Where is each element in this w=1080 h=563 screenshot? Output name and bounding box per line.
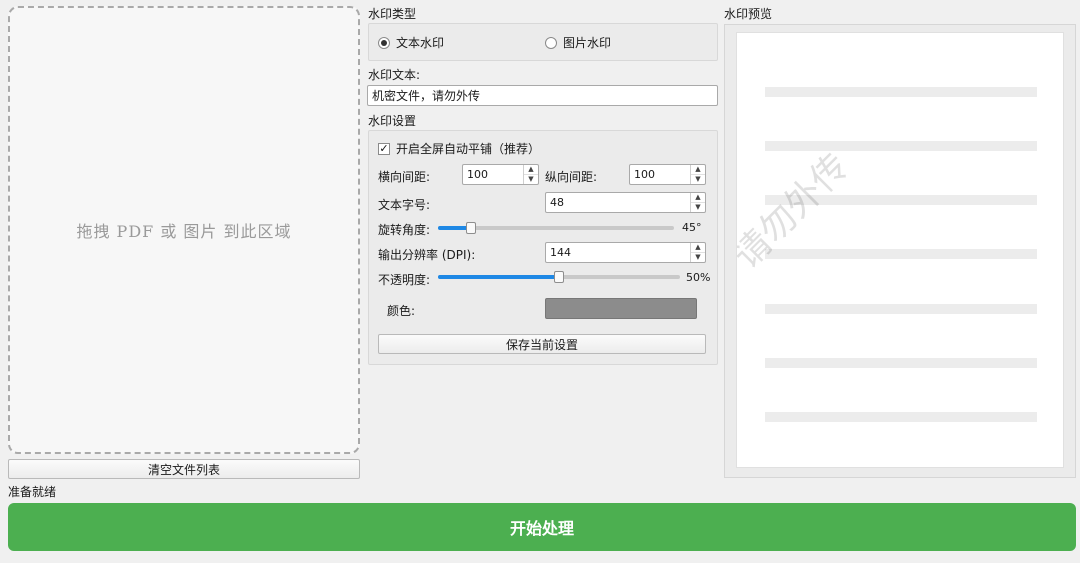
opacity-slider-fill bbox=[438, 275, 559, 279]
preview-text-line bbox=[765, 87, 1037, 97]
dpi-label: 输出分辨率 (DPI): bbox=[378, 248, 476, 262]
preview-label: 水印预览 bbox=[724, 7, 773, 21]
preview-page: 请勿外传 bbox=[736, 32, 1064, 468]
rotation-value: 45° bbox=[682, 221, 702, 234]
spin-down-icon[interactable]: ▼ bbox=[524, 174, 538, 184]
color-label: 颜色: bbox=[387, 304, 416, 318]
preview-text-line bbox=[765, 304, 1037, 314]
radio-text-watermark-label: 文本水印 bbox=[396, 36, 445, 50]
start-processing-button[interactable]: 开始处理 bbox=[8, 503, 1076, 551]
spin-up-icon[interactable]: ▲ bbox=[691, 193, 705, 202]
radio-button-icon[interactable] bbox=[545, 36, 557, 49]
h-spacing-value: 100 bbox=[467, 168, 488, 181]
font-size-value: 48 bbox=[550, 196, 564, 209]
preview-text-line bbox=[765, 249, 1037, 259]
radio-image-watermark-label: 图片水印 bbox=[563, 36, 612, 50]
font-size-spinbox[interactable]: 48 ▲ ▼ bbox=[545, 192, 706, 213]
watermark-type-label: 水印类型 bbox=[368, 7, 417, 21]
dpi-spinbox[interactable]: 144 ▲ ▼ bbox=[545, 242, 706, 263]
spin-down-icon[interactable]: ▼ bbox=[691, 252, 705, 262]
rotation-slider[interactable] bbox=[438, 222, 674, 234]
status-text: 准备就绪 bbox=[8, 485, 57, 499]
tile-checkbox-label: 开启全屏自动平铺（推荐） bbox=[396, 142, 541, 156]
radio-image-watermark[interactable]: 图片水印 bbox=[545, 34, 611, 51]
save-settings-button[interactable]: 保存当前设置 bbox=[378, 334, 706, 354]
rotation-label: 旋转角度: bbox=[378, 223, 431, 237]
watermark-text-value: 机密文件，请勿外传 bbox=[372, 89, 481, 103]
spin-up-icon[interactable]: ▲ bbox=[524, 165, 538, 174]
opacity-label: 不透明度: bbox=[378, 273, 431, 287]
v-spacing-value: 100 bbox=[634, 168, 655, 181]
h-spacing-label: 横向间距: bbox=[378, 170, 431, 184]
checkbox-icon[interactable]: ✓ bbox=[378, 142, 390, 155]
spin-up-icon[interactable]: ▲ bbox=[691, 165, 705, 174]
radio-button-icon[interactable] bbox=[378, 36, 390, 49]
tile-checkbox[interactable]: ✓ 开启全屏自动平铺（推荐） bbox=[378, 140, 540, 157]
spin-up-icon[interactable]: ▲ bbox=[691, 243, 705, 252]
drop-zone-hint: 拖拽 PDF 或 图片 到此区域 bbox=[76, 222, 292, 241]
opacity-value: 50% bbox=[686, 271, 711, 284]
h-spacing-spinbox[interactable]: 100 ▲ ▼ bbox=[462, 164, 539, 185]
watermark-text-input[interactable]: 机密文件，请勿外传 bbox=[367, 85, 718, 106]
opacity-slider[interactable] bbox=[438, 271, 680, 283]
radio-text-watermark[interactable]: 文本水印 bbox=[378, 34, 444, 51]
preview-text-line bbox=[765, 141, 1037, 151]
clear-file-list-button[interactable]: 清空文件列表 bbox=[8, 459, 360, 479]
v-spacing-label: 纵向间距: bbox=[545, 170, 598, 184]
preview-text-line bbox=[765, 358, 1037, 368]
watermark-settings-label: 水印设置 bbox=[368, 114, 417, 128]
font-size-label: 文本字号: bbox=[378, 198, 431, 212]
opacity-slider-handle[interactable] bbox=[554, 271, 564, 283]
spin-down-icon[interactable]: ▼ bbox=[691, 174, 705, 184]
watermark-text-label: 水印文本: bbox=[368, 68, 421, 82]
rotation-slider-handle[interactable] bbox=[466, 222, 476, 234]
spin-down-icon[interactable]: ▼ bbox=[691, 202, 705, 212]
preview-text-line bbox=[765, 412, 1037, 422]
file-drop-zone[interactable]: 拖拽 PDF 或 图片 到此区域 bbox=[8, 6, 360, 454]
dpi-value: 144 bbox=[550, 246, 571, 259]
v-spacing-spinbox[interactable]: 100 ▲ ▼ bbox=[629, 164, 706, 185]
color-picker-button[interactable] bbox=[545, 298, 697, 319]
